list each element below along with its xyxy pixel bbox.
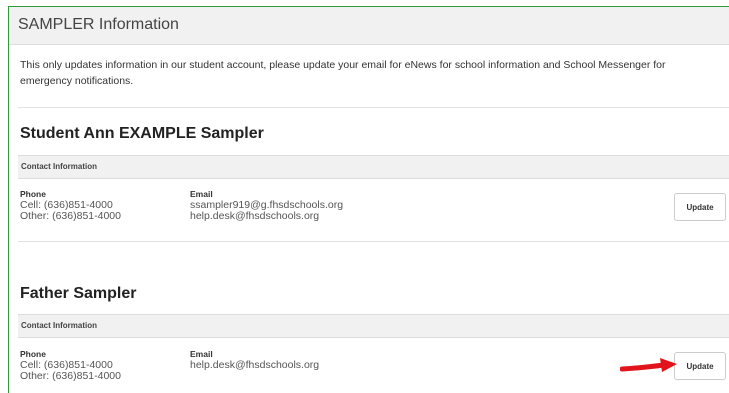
red-arrow-icon <box>620 358 677 372</box>
contact-information-bar: Contact Information <box>18 155 729 179</box>
update-button-student[interactable]: Update <box>674 193 726 221</box>
divider <box>18 241 729 242</box>
phone-label: Phone <box>20 189 46 199</box>
panel-header: SAMPLER Information <box>9 7 729 45</box>
person-name-father: Father Sampler <box>20 285 137 302</box>
contact-information-label: Contact Information <box>21 162 97 171</box>
email-label: Email <box>190 189 213 199</box>
email-label: Email <box>190 349 213 359</box>
update-button-father[interactable]: Update <box>674 352 726 380</box>
person-name-student: Student Ann EXAMPLE Sampler <box>20 125 264 142</box>
phone-other: Other: (636)851-4000 <box>20 210 121 222</box>
email-primary: help.desk@fhsdschools.org <box>190 359 320 371</box>
divider <box>18 107 729 108</box>
phone-label: Phone <box>20 349 46 359</box>
sampler-information-panel: SAMPLER Information This only updates in… <box>8 6 729 393</box>
phone-other: Other: (636)851-4000 <box>20 370 121 382</box>
notice-text: This only updates information in our stu… <box>20 59 666 87</box>
email-secondary: help.desk@fhsdschools.org <box>190 210 320 222</box>
contact-information-label: Contact Information <box>21 321 97 330</box>
page-title: SAMPLER Information <box>18 16 179 33</box>
contact-information-bar: Contact Information <box>18 314 729 338</box>
